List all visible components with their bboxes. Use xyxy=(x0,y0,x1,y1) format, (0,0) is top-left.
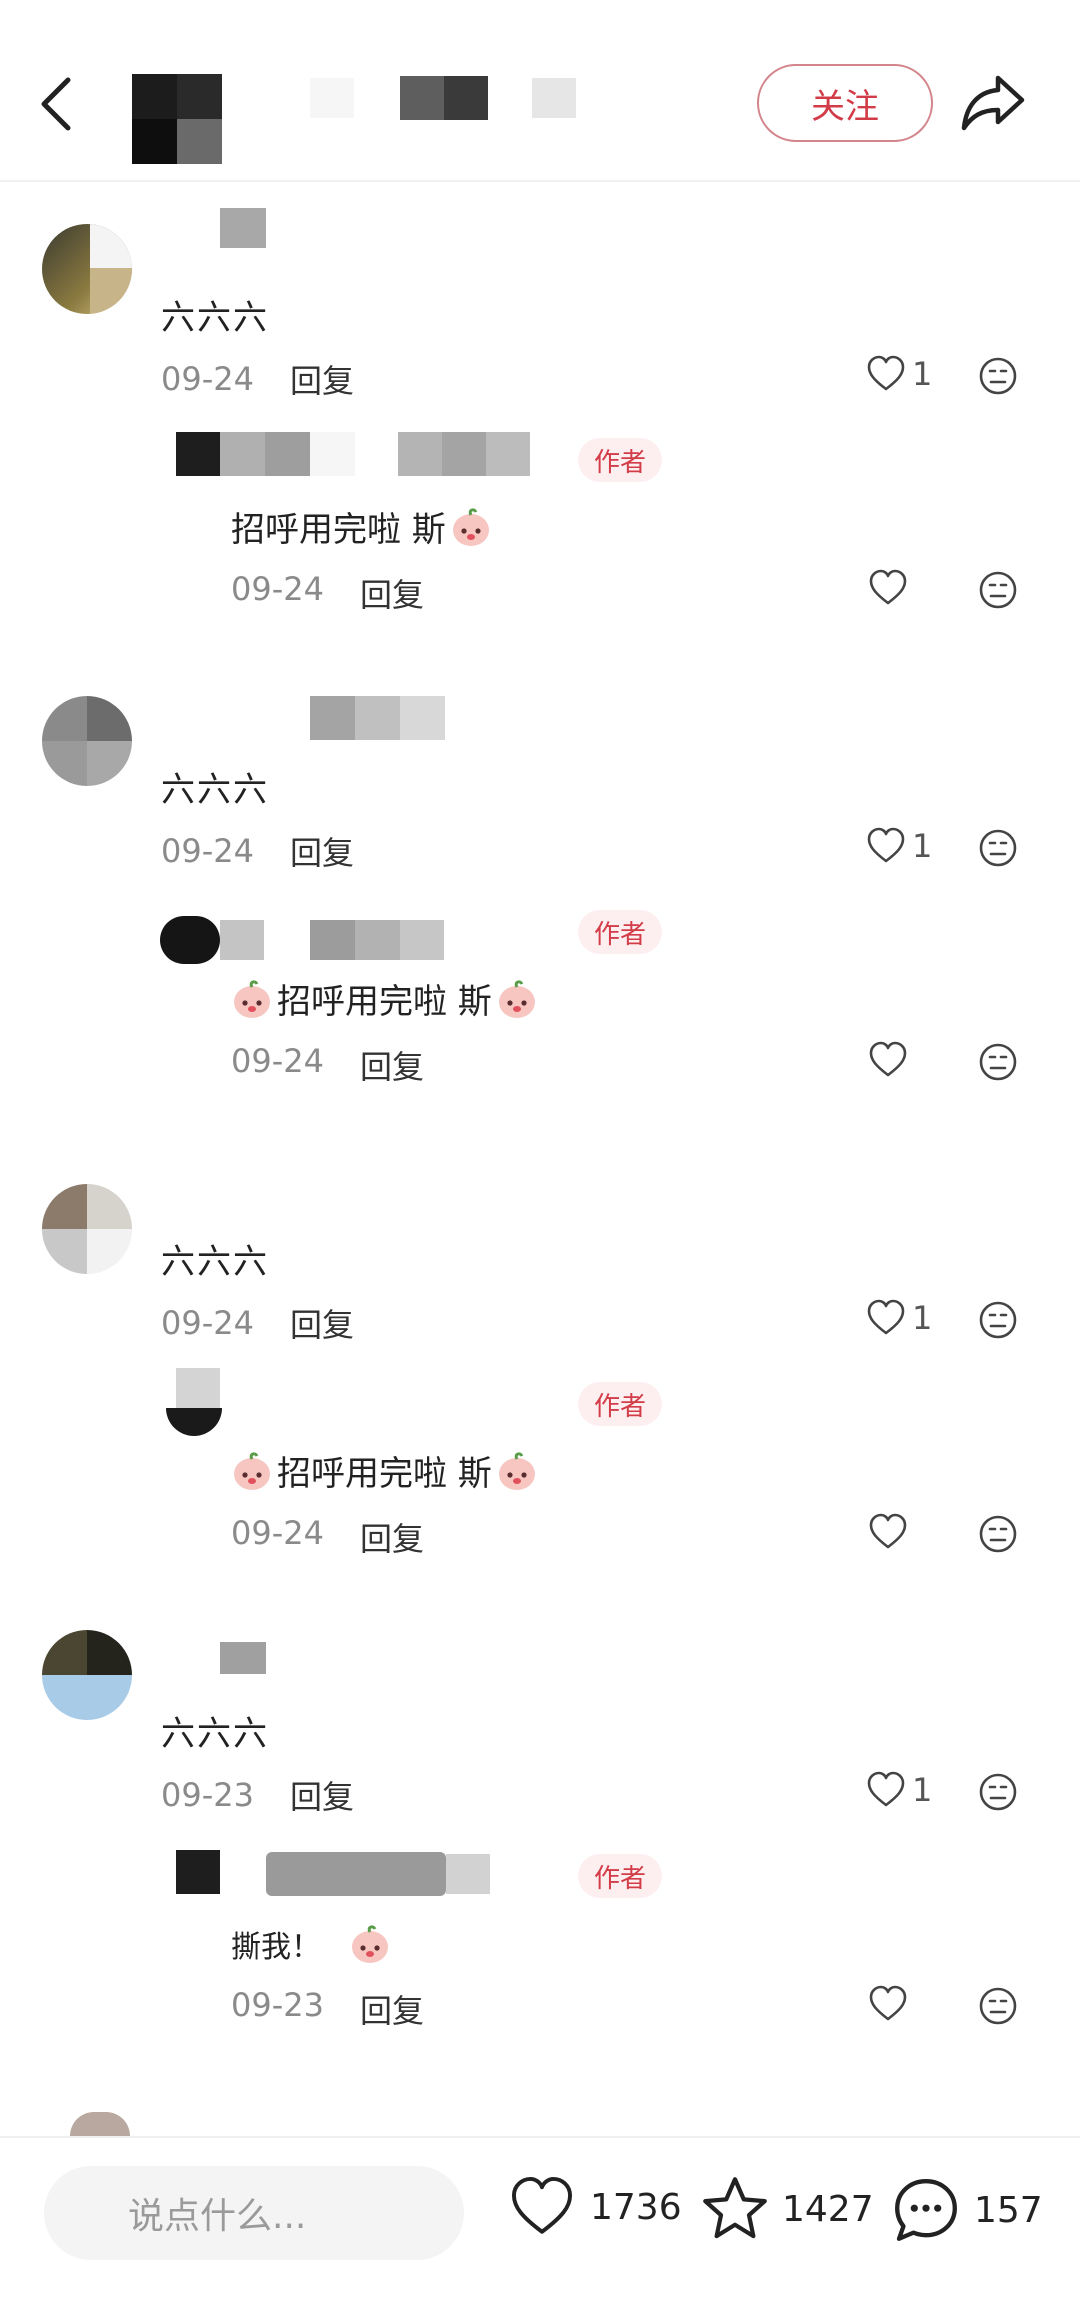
emoji-reaction-icon[interactable] xyxy=(978,570,1018,610)
reply-text-row: 撕我！ xyxy=(231,1922,391,1966)
commenter-name-blur xyxy=(310,696,446,740)
reply-text: 撕我！ xyxy=(231,1930,321,1965)
follow-button[interactable]: 关注 xyxy=(757,64,933,142)
heart-icon xyxy=(866,1770,906,1810)
reply-button[interactable]: 回复 xyxy=(360,1042,424,1088)
comments-button[interactable]: 157 xyxy=(890,2174,1043,2246)
avatar[interactable] xyxy=(42,1184,132,1274)
back-arrow-icon[interactable] xyxy=(32,72,82,136)
comment-count: 157 xyxy=(974,2189,1043,2231)
reply-button[interactable]: 回复 xyxy=(360,1986,424,2032)
emoji-reaction-icon[interactable] xyxy=(978,1986,1018,2026)
heart-icon xyxy=(866,354,906,394)
comment-text: 六六六 xyxy=(161,298,269,338)
peach-emoji-icon xyxy=(231,978,273,1020)
reply-date: 09-24 xyxy=(231,1514,324,1552)
reply-date: 09-24 xyxy=(231,1042,324,1080)
comment-meta: 09-24 回复 xyxy=(161,356,354,402)
comment-date: 09-24 xyxy=(161,1304,254,1342)
emoji-reaction-icon[interactable] xyxy=(978,1514,1018,1554)
next-comment-avatar xyxy=(70,2112,130,2136)
like-post-button[interactable]: 1736 xyxy=(506,2174,682,2240)
reply-button[interactable]: 回复 xyxy=(360,1514,424,1560)
peach-emoji-icon xyxy=(496,1450,538,1492)
heart-icon xyxy=(866,826,906,866)
reply-text-row: 招呼用完啦 斯 xyxy=(231,1446,538,1495)
comment-meta: 09-24 回复 xyxy=(161,828,354,874)
avatar[interactable] xyxy=(42,696,132,786)
reply-button[interactable]: 回复 xyxy=(290,1300,354,1346)
heart-icon xyxy=(511,2176,573,2234)
author-badge: 作者 xyxy=(578,1382,663,1426)
comment-date: 09-24 xyxy=(161,360,254,398)
comment-date: 09-23 xyxy=(161,1776,254,1814)
reply-button[interactable]: 回复 xyxy=(290,356,354,402)
peach-emoji-icon xyxy=(450,506,492,548)
reply-date: 09-23 xyxy=(231,1986,324,2024)
avatar[interactable] xyxy=(42,1630,132,1720)
reply-avatar-name-blur xyxy=(176,432,536,476)
heart-icon[interactable] xyxy=(868,1984,908,2024)
emoji-reaction-icon[interactable] xyxy=(978,1772,1018,1812)
reply-meta: 09-24 回复 xyxy=(231,1042,424,1088)
comment-input[interactable]: 说点什么... xyxy=(44,2166,464,2260)
favorite-button[interactable]: 1427 xyxy=(700,2174,874,2244)
comment-meta: 09-23 回复 xyxy=(161,1772,354,1818)
author-avatar[interactable] xyxy=(132,74,222,164)
peach-emoji-icon xyxy=(231,1450,273,1492)
author-badge: 作者 xyxy=(578,438,663,482)
top-bar: 关注 xyxy=(0,0,1080,182)
heart-icon xyxy=(866,1298,906,1338)
comment-text: 六六六 xyxy=(161,1242,269,1282)
heart-icon[interactable] xyxy=(868,1040,908,1080)
reply-meta: 09-24 回复 xyxy=(231,570,424,616)
reply-text-row: 招呼用完啦 斯 xyxy=(231,974,538,1023)
comment-date: 09-24 xyxy=(161,832,254,870)
reply-date: 09-24 xyxy=(231,570,324,608)
comment-text: 六六六 xyxy=(161,770,269,810)
share-icon[interactable] xyxy=(960,70,1026,134)
reply-avatar-name-blur xyxy=(176,1850,496,1896)
like-button[interactable]: 1 xyxy=(866,1770,932,1810)
reply-meta: 09-24 回复 xyxy=(231,1514,424,1560)
author-badge: 作者 xyxy=(578,1854,663,1898)
like-count: 1 xyxy=(912,1771,933,1809)
reply-button[interactable]: 回复 xyxy=(290,828,354,874)
reply-button[interactable]: 回复 xyxy=(360,570,424,616)
reply-text-row: 招呼用完啦 斯 xyxy=(231,502,492,551)
heart-icon[interactable] xyxy=(868,568,908,608)
bottom-action-bar: 说点什么... 1736 1427 157 xyxy=(0,2136,1080,2298)
heart-icon[interactable] xyxy=(868,1512,908,1552)
like-count: 1 xyxy=(912,355,933,393)
reply-meta: 09-23 回复 xyxy=(231,1986,424,2032)
comment-meta: 09-24 回复 xyxy=(161,1300,354,1346)
reply-avatar-name-blur xyxy=(166,1368,226,1438)
commenter-name-blur xyxy=(220,1642,266,1674)
comment-bubble-icon xyxy=(895,2179,957,2241)
reply-text: 招呼用完啦 斯 xyxy=(231,510,446,550)
like-button[interactable]: 1 xyxy=(866,1298,932,1338)
author-badge: 作者 xyxy=(578,910,663,954)
reply-avatar-name-blur xyxy=(160,916,450,964)
emoji-reaction-icon[interactable] xyxy=(978,356,1018,396)
post-like-count: 1736 xyxy=(590,2186,682,2228)
commenter-name-blur xyxy=(220,208,266,248)
comment-text: 六六六 xyxy=(161,1714,269,1754)
favorite-count: 1427 xyxy=(782,2188,874,2230)
emoji-reaction-icon[interactable] xyxy=(978,1300,1018,1340)
like-count: 1 xyxy=(912,827,933,865)
like-button[interactable]: 1 xyxy=(866,826,932,866)
reply-button[interactable]: 回复 xyxy=(290,1772,354,1818)
reply-text: 招呼用完啦 斯 xyxy=(277,1454,492,1494)
reply-text: 招呼用完啦 斯 xyxy=(277,982,492,1022)
like-button[interactable]: 1 xyxy=(866,354,932,394)
like-count: 1 xyxy=(912,1299,933,1337)
emoji-reaction-icon[interactable] xyxy=(978,828,1018,868)
peach-emoji-icon xyxy=(496,978,538,1020)
author-name-blur xyxy=(310,76,580,120)
avatar[interactable] xyxy=(42,224,132,314)
emoji-reaction-icon[interactable] xyxy=(978,1042,1018,1082)
star-icon xyxy=(703,2177,767,2239)
peach-emoji-icon xyxy=(349,1923,391,1965)
